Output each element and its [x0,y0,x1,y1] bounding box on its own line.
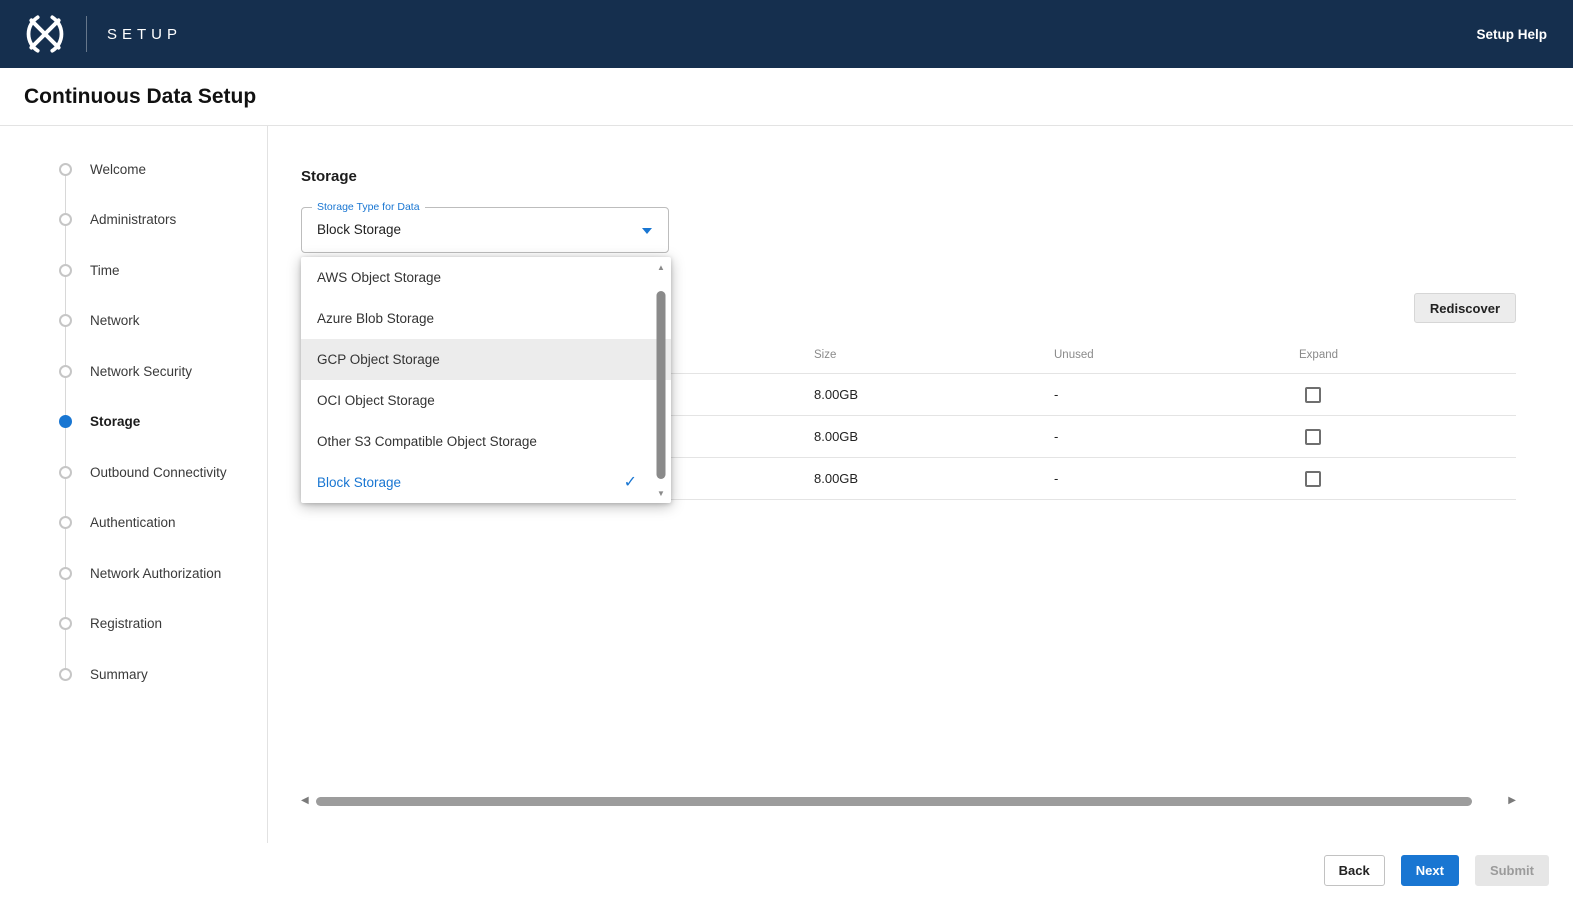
step-dot [59,567,72,580]
menu-option-label: Block Storage [317,475,401,490]
device-size-cell: 8.00GB [814,471,1054,486]
menu-option-block-storage[interactable]: Block Storage ✓ [301,462,671,503]
step-label: Network Security [90,364,192,379]
step-label: Welcome [90,162,146,177]
scroll-down-icon[interactable]: ▼ [657,489,665,499]
storage-type-menu: AWS Object Storage Azure Blob Storage GC… [301,257,671,503]
step-dot [59,466,72,479]
step-label: Time [90,263,120,278]
wizard-footer: Back Next Submit [0,843,1573,898]
step-label: Network Authorization [90,566,221,581]
device-size-cell: 8.00GB [814,387,1054,402]
column-header-expand: Expand [1299,349,1516,361]
scroll-right-icon[interactable]: ▶ [1508,796,1516,806]
step-dot [59,264,72,277]
device-unused-cell: - [1054,471,1299,486]
step-dot [59,314,72,327]
horizontal-scrollbar: ◀ ▶ [301,793,1516,809]
step-dot [59,163,72,176]
menu-option-oci-object-storage[interactable]: OCI Object Storage [301,380,671,421]
rediscover-button[interactable]: Rediscover [1414,293,1516,323]
column-header-size: Size [814,349,1054,361]
step-dot [59,617,72,630]
menu-option-label: OCI Object Storage [317,393,435,408]
menu-option-azure-blob-storage[interactable]: Azure Blob Storage [301,298,671,339]
step-dot [59,365,72,378]
step-storage[interactable]: Storage [0,397,267,448]
step-label: Storage [90,414,140,429]
submit-button[interactable]: Submit [1475,855,1549,886]
horizontal-scrollbar-thumb[interactable] [316,797,1472,806]
menu-option-label: AWS Object Storage [317,270,441,285]
select-field-value: Block Storage [302,208,668,252]
section-title: Storage [301,168,1573,185]
menu-option-label: GCP Object Storage [317,352,440,367]
column-header-unused: Unused [1054,349,1299,361]
setup-stepper: Welcome Administrators Time Network Netw… [0,126,268,843]
menu-scrollbar: ▲ ▼ [653,257,669,503]
scroll-up-icon[interactable]: ▲ [657,263,665,273]
storage-type-select[interactable]: Storage Type for Data Block Storage [301,207,669,253]
device-size-cell: 8.00GB [814,429,1054,444]
top-bar: SETUP Setup Help [0,0,1573,68]
topbar-divider [86,16,87,52]
menu-option-label: Other S3 Compatible Object Storage [317,434,537,449]
step-summary[interactable]: Summary [0,649,267,700]
step-network-security[interactable]: Network Security [0,346,267,397]
step-dot [59,213,72,226]
device-unused-cell: - [1054,429,1299,444]
step-dot [59,668,72,681]
step-time[interactable]: Time [0,245,267,296]
device-unused-cell: - [1054,387,1299,402]
step-label: Summary [90,667,148,682]
next-button[interactable]: Next [1401,855,1459,886]
step-authentication[interactable]: Authentication [0,498,267,549]
storage-panel: Storage Storage Type for Data Block Stor… [268,126,1573,843]
back-button[interactable]: Back [1324,855,1385,886]
step-label: Outbound Connectivity [90,465,227,480]
page-title: Continuous Data Setup [24,85,256,109]
step-dot [59,516,72,529]
menu-option-other-s3-compatible[interactable]: Other S3 Compatible Object Storage [301,421,671,462]
setup-help-link[interactable]: Setup Help [1476,27,1547,42]
scroll-left-icon[interactable]: ◀ [301,796,309,806]
select-field-label: Storage Type for Data [312,201,425,213]
step-label: Authentication [90,515,176,530]
menu-option-gcp-object-storage[interactable]: GCP Object Storage [301,339,671,380]
delphix-logo-icon [22,11,68,57]
menu-scrollbar-thumb[interactable] [657,291,666,479]
step-label: Registration [90,616,162,631]
expand-checkbox[interactable] [1305,429,1321,445]
step-registration[interactable]: Registration [0,599,267,650]
step-label: Network [90,313,140,328]
horizontal-scrollbar-track[interactable] [316,797,1502,806]
page-header: Continuous Data Setup [0,68,1573,126]
step-label: Administrators [90,212,176,227]
step-network[interactable]: Network [0,296,267,347]
step-outbound-connectivity[interactable]: Outbound Connectivity [0,447,267,498]
step-administrators[interactable]: Administrators [0,195,267,246]
product-name: SETUP [107,26,182,43]
check-icon: ✓ [624,475,637,491]
step-welcome[interactable]: Welcome [0,144,267,195]
expand-checkbox[interactable] [1305,387,1321,403]
menu-option-aws-object-storage[interactable]: AWS Object Storage [301,257,671,298]
step-dot-active [59,415,72,428]
step-network-authorization[interactable]: Network Authorization [0,548,267,599]
menu-option-label: Azure Blob Storage [317,311,434,326]
expand-checkbox[interactable] [1305,471,1321,487]
dropdown-caret-icon [642,228,652,234]
